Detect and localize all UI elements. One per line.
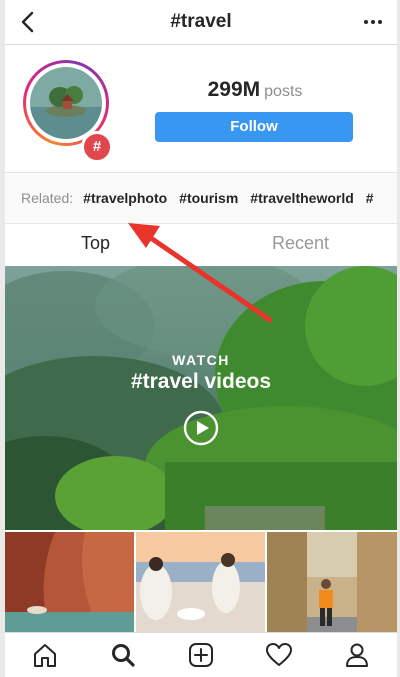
- activity-heart-icon[interactable]: [265, 641, 293, 669]
- profile-icon[interactable]: [343, 641, 371, 669]
- related-label: Related:: [21, 190, 74, 206]
- tab-top[interactable]: Top: [81, 233, 110, 254]
- play-icon[interactable]: [183, 410, 219, 446]
- watch-label: WATCH: [172, 352, 230, 368]
- thumbnail-canyon[interactable]: [5, 532, 134, 632]
- header-bar: #travel: [5, 0, 397, 45]
- thumbnail-sunset-terrace[interactable]: [136, 532, 265, 632]
- related-tag-more[interactable]: #: [366, 190, 374, 206]
- thumbnail-street[interactable]: [267, 532, 397, 632]
- page-title: #travel: [170, 11, 232, 32]
- video-title: #travel videos: [130, 370, 272, 393]
- featured-video[interactable]: [5, 266, 397, 530]
- more-icon[interactable]: [359, 8, 387, 36]
- posts-count: 299M: [207, 78, 261, 101]
- home-icon[interactable]: [31, 641, 59, 669]
- tab-recent[interactable]: Recent: [272, 233, 329, 254]
- related-tag-traveltheworld[interactable]: #traveltheworld: [250, 190, 353, 206]
- app-frame: #travel # 299M posts Follow Related: #tr…: [5, 0, 397, 677]
- hashtag-badge: #: [81, 131, 113, 163]
- search-icon[interactable]: [109, 641, 137, 669]
- related-tag-tourism[interactable]: #tourism: [179, 190, 238, 206]
- follow-button[interactable]: Follow: [155, 112, 353, 142]
- post-stats: 299M posts: [155, 78, 355, 102]
- feed-tabs: Top Recent: [5, 222, 397, 266]
- related-hashtags-bar: Related: #travelphoto #tourism #travelthewo…: [5, 172, 397, 224]
- related-tag-travelphoto[interactable]: #travelphoto: [83, 190, 167, 206]
- add-post-icon[interactable]: [187, 641, 215, 669]
- posts-label: posts: [264, 83, 303, 100]
- bottom-nav: [5, 632, 397, 677]
